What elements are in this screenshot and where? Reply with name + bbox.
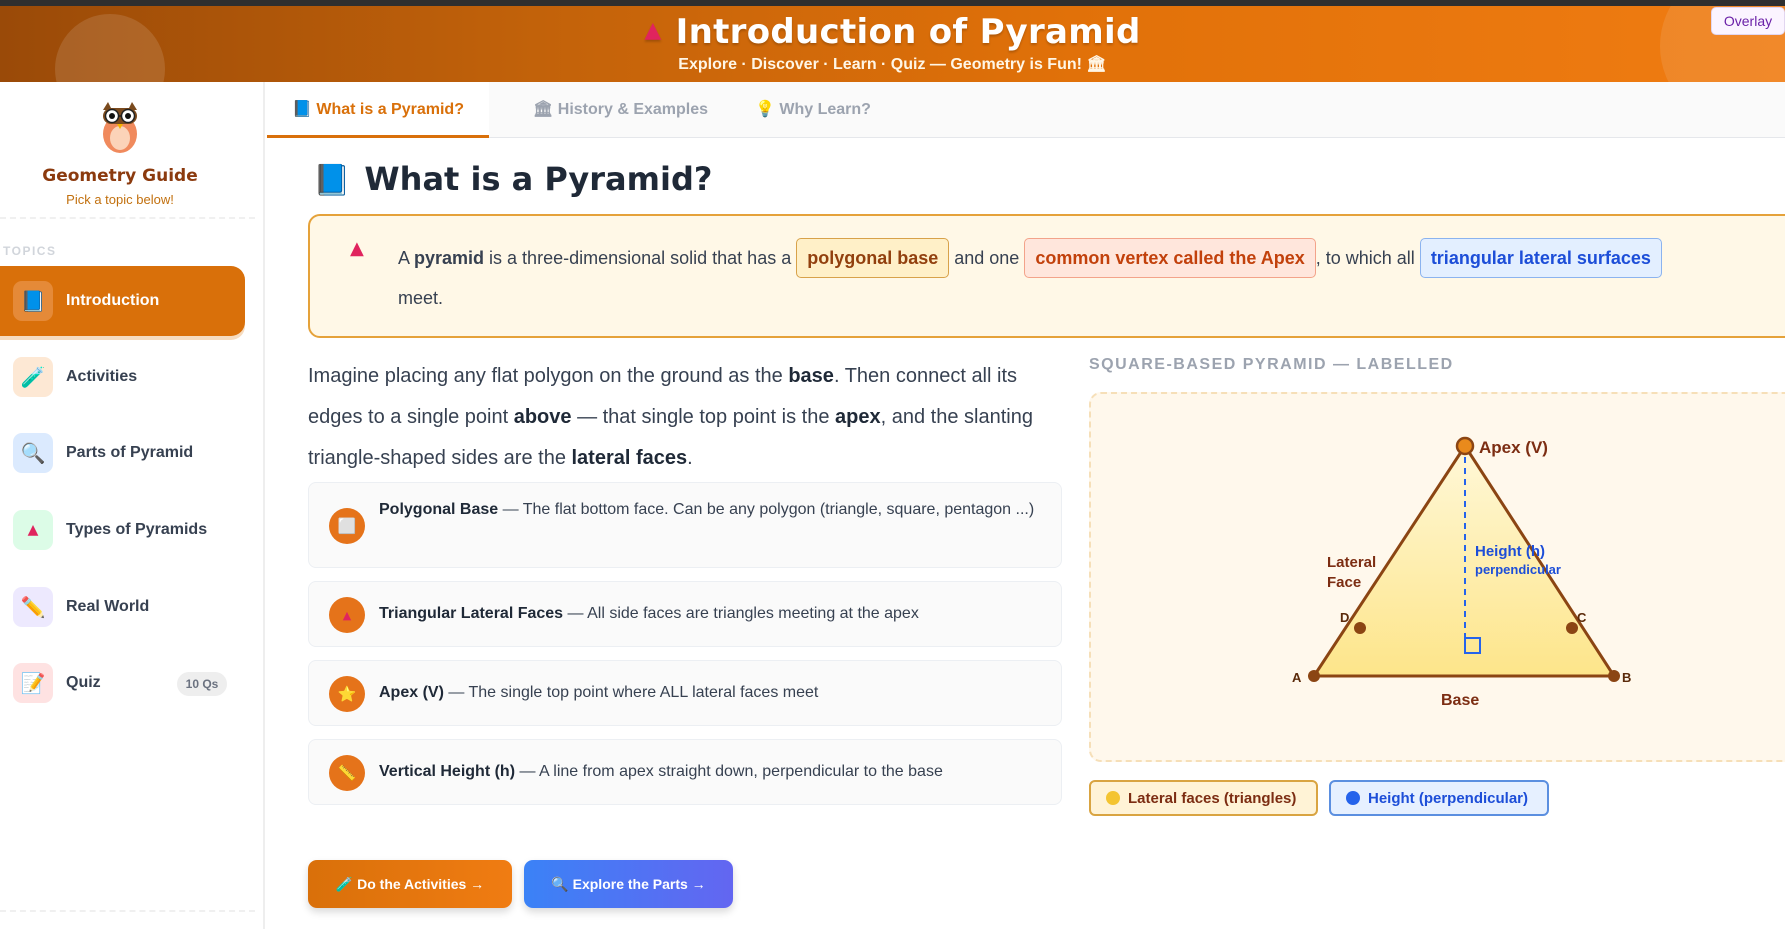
triangle-icon: ▲ (13, 510, 53, 550)
vertex-c-label: C (1577, 610, 1587, 625)
feature-text: Apex (V) — The single top point where AL… (379, 684, 819, 701)
triangle-icon: ▲ (644, 18, 662, 43)
blue-dot-icon (1346, 791, 1360, 805)
sidebar-item-quiz[interactable]: 📝 Quiz 10 Qs (0, 648, 245, 718)
yellow-dot-icon (1106, 791, 1120, 805)
legend-lateral-faces: Lateral faces (triangles) (1089, 780, 1318, 816)
tab-what-is-pyramid[interactable]: 📘 What is a Pyramid? (267, 82, 489, 138)
owl-mascot-icon (103, 102, 137, 153)
height-sub-label: perpendicular (1475, 562, 1561, 577)
ruler-icon: 📏 (329, 755, 365, 791)
book-icon: 📘 (13, 281, 53, 321)
star-icon: ⭐ (329, 676, 365, 712)
book-icon: 📘 (313, 163, 351, 198)
vertex-d (1354, 622, 1366, 634)
overlay-button[interactable]: Overlay (1711, 7, 1785, 35)
sidebar-item-types[interactable]: ▲ Types of Pyramids (0, 495, 245, 565)
test-tube-icon: 🧪 (13, 357, 53, 397)
sidebar-item-real-world[interactable]: ✏️ Real World (0, 572, 245, 642)
header-subtitle: Explore · Discover · Learn · Quiz — Geom… (678, 56, 1107, 73)
legend-label: Height (perpendicular) (1368, 789, 1529, 807)
feature-item: ▲ Triangular Lateral Faces — All side fa… (308, 581, 1062, 647)
sidebar-item-label: Quiz (66, 674, 101, 691)
feature-text: Polygonal Base — The flat bottom face. C… (379, 501, 1035, 518)
explore-parts-button[interactable]: 🔍 Explore the Parts → (524, 860, 733, 908)
chip-polygonal-base: polygonal base (796, 238, 950, 278)
base-label: Base (1441, 692, 1479, 709)
sidebar-title: Geometry Guide (42, 166, 198, 186)
page-header: ▲ Introduction of Pyramid Explore · Disco… (0, 6, 1785, 82)
tab-bar: 📘 What is a Pyramid? 🏛 History & Example… (267, 82, 1785, 138)
lateral-face-label: Face (1327, 574, 1361, 591)
feature-item: ⬜ Polygonal Base — The flat bottom face.… (308, 482, 1062, 568)
feature-text: Vertical Height (h) — A line from apex s… (379, 763, 943, 780)
page-title: 📘 What is a Pyramid? (313, 160, 712, 198)
sidebar-item-label: Activities (66, 368, 138, 385)
page-header-title: ▲ Introduction of Pyramid (0, 12, 1785, 52)
sidebar-subtitle: Pick a topic below! (66, 192, 174, 207)
vertex-a (1308, 670, 1320, 682)
vertex-a-label: A (1292, 670, 1302, 685)
sidebar-section-label: TOPICS (3, 244, 57, 258)
triangle-icon: ▲ (350, 238, 364, 259)
lateral-face-label: Lateral (1327, 554, 1376, 571)
sidebar-divider (0, 217, 255, 219)
tab-why-learn[interactable]: 💡 Why Learn? (730, 82, 896, 138)
legend-height: Height (perpendicular) (1329, 780, 1549, 816)
vertex-d-label: D (1340, 610, 1349, 625)
sidebar-item-activities[interactable]: 🧪 Activities (0, 342, 245, 412)
definition-text: A pyramid is a three-dimensional solid t… (398, 238, 1785, 318)
sidebar-item-label: Introduction (66, 292, 160, 309)
sidebar-item-label: Real World (66, 598, 150, 615)
quiz-count-badge: 10 Qs (177, 672, 227, 696)
sidebar-item-label: Types of Pyramids (66, 521, 208, 538)
tab-history-examples[interactable]: 🏛 History & Examples (508, 82, 733, 138)
pencil-icon: ✏️ (13, 587, 53, 627)
do-activities-button[interactable]: 🧪 Do the Activities → (308, 860, 512, 908)
apex-label: Apex (V) (1479, 438, 1548, 457)
chip-lateral-surfaces: triangular lateral surfaces (1419, 238, 1662, 278)
feature-text: Triangular Lateral Faces — All side face… (379, 605, 919, 622)
feature-item: 📏 Vertical Height (h) — A line from apex… (308, 739, 1062, 805)
vertex-b-label: B (1622, 670, 1631, 685)
pyramid-diagram: Apex (V) Height (h) perpendicular Latera… (1292, 436, 1631, 709)
sidebar-item-label: Parts of Pyramid (66, 444, 194, 461)
feature-item: ⭐ Apex (V) — The single top point where … (308, 660, 1062, 726)
sidebar-divider (0, 910, 255, 912)
chip-apex: common vertex called the Apex (1024, 238, 1316, 278)
square-icon: ⬜ (329, 508, 365, 544)
magnifier-icon: 🔍 (13, 433, 53, 473)
height-label: Height (h) (1475, 543, 1545, 560)
legend-label: Lateral faces (triangles) (1128, 789, 1297, 807)
sidebar: Geometry Guide Pick a topic below! TOPIC… (0, 82, 265, 929)
memo-icon: 📝 (13, 663, 53, 703)
header-title-text: Introduction of Pyramid (675, 12, 1141, 52)
sidebar-item-parts[interactable]: 🔍 Parts of Pyramid (0, 418, 245, 488)
triangle-icon: ▲ (329, 597, 365, 633)
vertex-b (1608, 670, 1620, 682)
apex-point (1455, 436, 1475, 456)
definition-box: ▲ A pyramid is a three-dimensional solid… (308, 214, 1785, 338)
diagram-label: SQUARE-BASED PYRAMID — LABELLED (1089, 356, 1454, 373)
sidebar-item-introduction[interactable]: 📘 Introduction (0, 266, 245, 336)
page-title-text: What is a Pyramid? (364, 160, 713, 198)
intro-paragraph: Imagine placing any flat polygon on the … (308, 365, 1033, 469)
